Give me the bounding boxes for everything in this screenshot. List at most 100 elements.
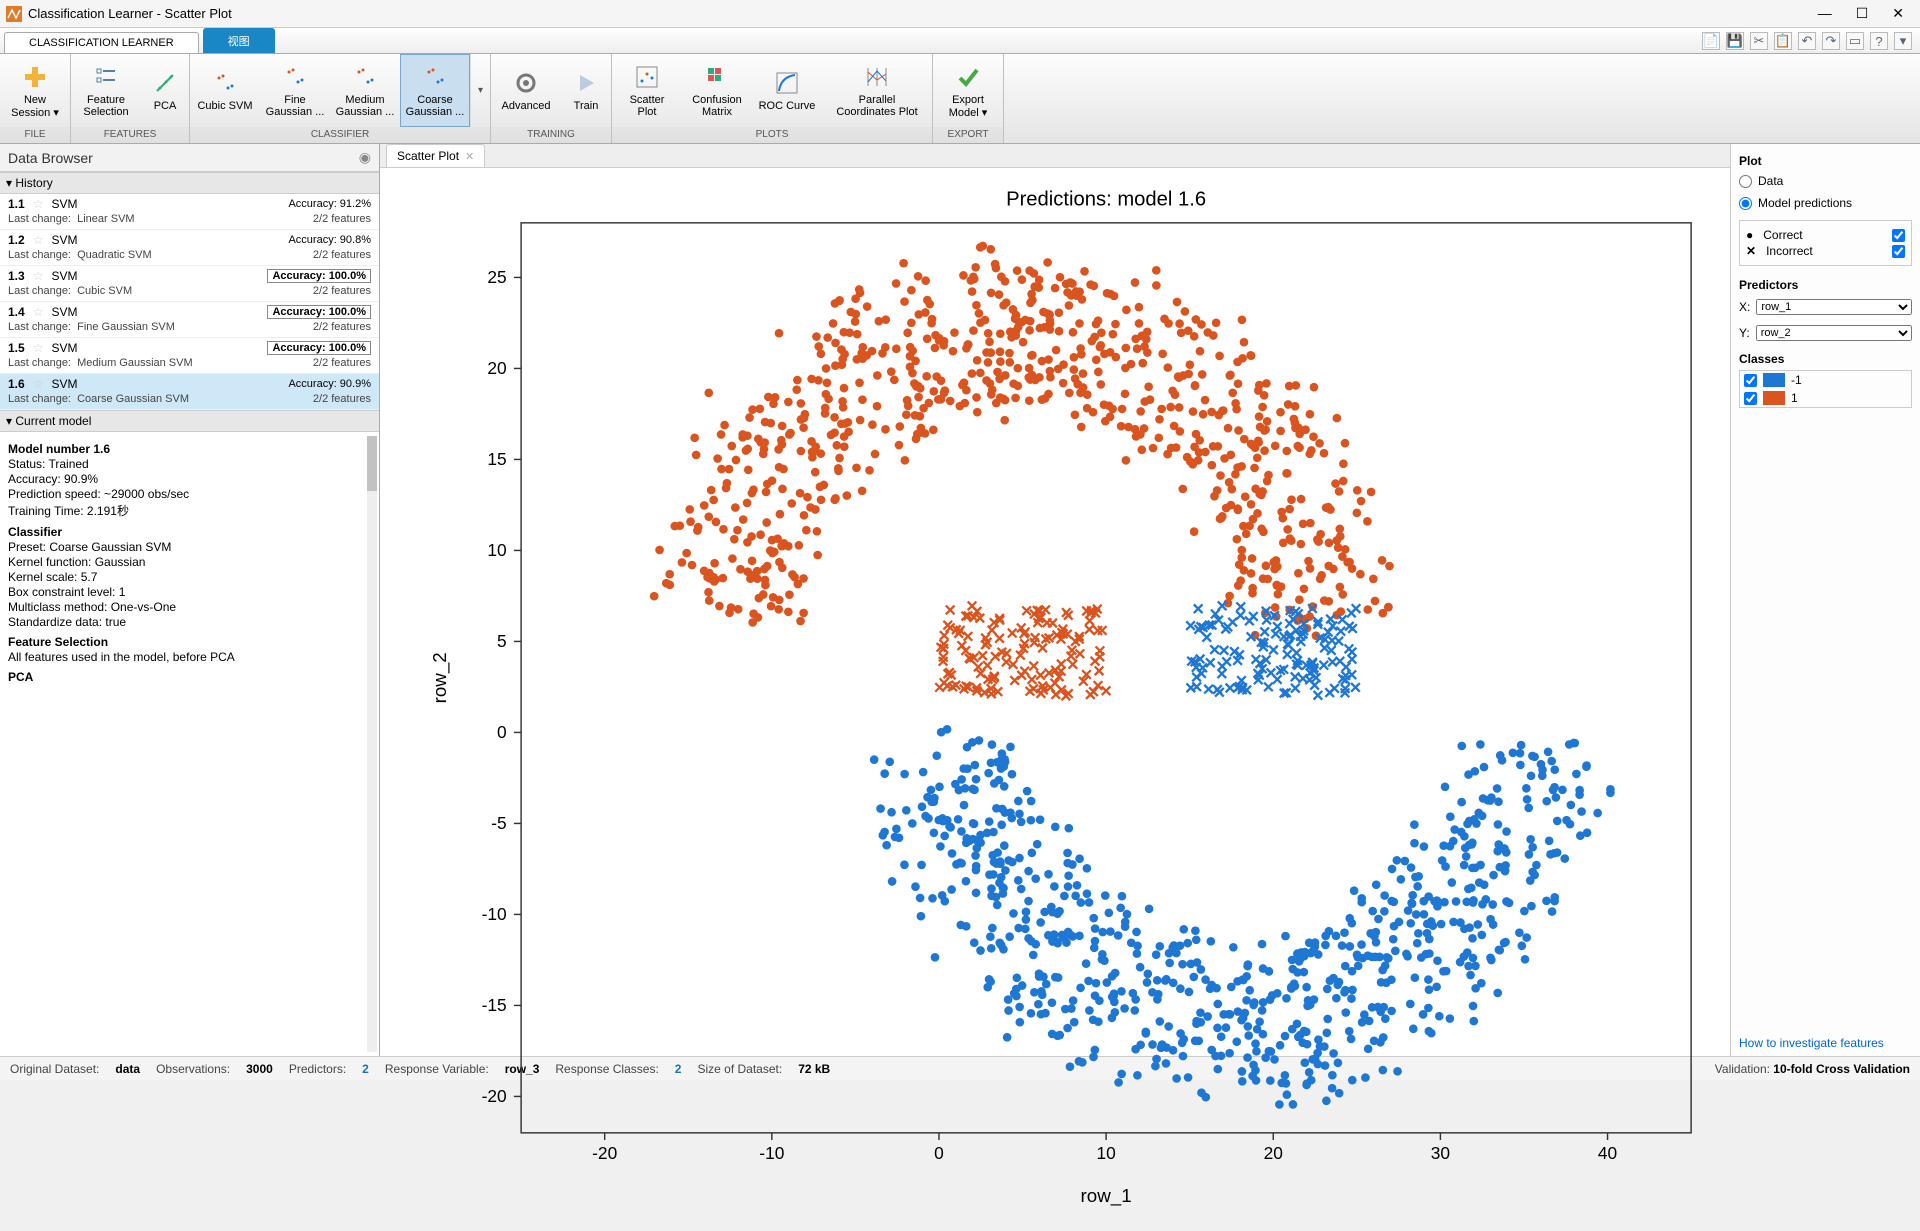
svg-text:30: 30 bbox=[1431, 1143, 1450, 1163]
history-item-1.5[interactable]: 1.5☆SVMAccuracy: 100.0% Last change: Med… bbox=[0, 338, 379, 374]
classifier-fine-gaussian[interactable]: Fine Gaussian ... bbox=[260, 54, 330, 127]
classifier-dropdown[interactable]: ▾ bbox=[470, 54, 490, 127]
radio-data[interactable]: Data bbox=[1739, 174, 1912, 188]
dot-icon: ● bbox=[1746, 228, 1753, 242]
checkbox-class-neg1[interactable] bbox=[1744, 374, 1757, 387]
parallel-icon bbox=[863, 63, 891, 91]
history-item-1.3[interactable]: 1.3☆SVMAccuracy: 100.0% Last change: Cub… bbox=[0, 266, 379, 302]
plus-icon bbox=[21, 63, 49, 91]
svg-text:0: 0 bbox=[934, 1143, 944, 1163]
scatter-mini-icon bbox=[281, 63, 309, 91]
group-training-label: TRAINING bbox=[491, 127, 611, 143]
svg-text:Predictions: model 1.6: Predictions: model 1.6 bbox=[1006, 189, 1206, 211]
scatter-chart[interactable]: Predictions: model 1.6 -20 -10 0 10 20 30 40 -20… bbox=[420, 178, 1720, 1221]
history-item-1.6[interactable]: 1.6☆SVMAccuracy: 90.9% Last change: Coar… bbox=[0, 374, 379, 410]
class-row-pos1[interactable]: 1 bbox=[1740, 389, 1911, 407]
group-file-label: FILE bbox=[0, 127, 70, 143]
scrollbar[interactable] bbox=[367, 436, 377, 1052]
checklist-icon bbox=[92, 63, 120, 91]
history-item-1.1[interactable]: 1.1☆SVMAccuracy: 91.2% Last change: Line… bbox=[0, 194, 379, 230]
svg-text:-20: -20 bbox=[482, 1086, 507, 1106]
app-logo-icon bbox=[6, 6, 22, 22]
new-session-button[interactable]: New Session ▾ bbox=[0, 54, 70, 127]
checkbox-incorrect[interactable] bbox=[1892, 245, 1905, 258]
classifier-cubic-svm[interactable]: Cubic SVM bbox=[190, 54, 260, 127]
group-export-label: EXPORT bbox=[933, 127, 1003, 143]
close-tab-icon[interactable]: ✕ bbox=[465, 150, 474, 163]
x-icon: ✕ bbox=[1746, 244, 1756, 258]
roc-curve-button[interactable]: ROC Curve bbox=[752, 54, 822, 127]
redo-icon[interactable]: ↷ bbox=[1822, 32, 1840, 50]
toolbar-icon-2[interactable]: 💾 bbox=[1726, 32, 1744, 50]
data-browser: Data Browser ◉ ▾ History 1.1☆SVMAccuracy… bbox=[0, 144, 380, 1056]
star-icon[interactable]: ☆ bbox=[33, 305, 44, 319]
history-list: 1.1☆SVMAccuracy: 91.2% Last change: Line… bbox=[0, 194, 379, 410]
confusion-matrix-button[interactable]: Confusion Matrix bbox=[682, 54, 752, 127]
tab-classification-learner[interactable]: CLASSIFICATION LEARNER bbox=[4, 32, 199, 53]
classifier-coarse-gaussian[interactable]: Coarse Gaussian ... bbox=[400, 54, 470, 127]
toolbar-dropdown-icon[interactable]: ▾ bbox=[1894, 32, 1912, 50]
app-tabstrip: CLASSIFICATION LEARNER 视图 📄 💾 ✂ 📋 ↶ ↷ ▭ … bbox=[0, 28, 1920, 54]
group-classifier-label: CLASSIFIER bbox=[190, 127, 490, 143]
pca-button[interactable]: PCA bbox=[141, 54, 189, 127]
investigate-features-link[interactable]: How to investigate features bbox=[1739, 1028, 1912, 1050]
radio-model-predictions[interactable]: Model predictions bbox=[1739, 196, 1912, 210]
title-bar: Classification Learner - Scatter Plot — … bbox=[0, 0, 1920, 28]
svg-text:40: 40 bbox=[1598, 1143, 1617, 1163]
svg-text:-20: -20 bbox=[592, 1143, 617, 1163]
star-icon[interactable]: ☆ bbox=[33, 197, 44, 211]
svg-text:row_2: row_2 bbox=[429, 652, 451, 703]
toolbar-icon-3[interactable]: ✂ bbox=[1750, 32, 1768, 50]
train-button[interactable]: Train bbox=[561, 54, 611, 127]
scrollbar-thumb[interactable] bbox=[367, 436, 377, 491]
data-browser-options-icon[interactable]: ◉ bbox=[359, 149, 371, 166]
maximize-icon[interactable]: ☐ bbox=[1856, 5, 1869, 22]
toolbar-icon-7[interactable]: ▭ bbox=[1846, 32, 1864, 50]
class-row-neg1[interactable]: -1 bbox=[1740, 371, 1911, 389]
x-predictor-select[interactable]: row_1 bbox=[1756, 299, 1912, 315]
star-icon[interactable]: ☆ bbox=[33, 341, 44, 355]
classifier-medium-gaussian[interactable]: Medium Gaussian ... bbox=[330, 54, 400, 127]
undo-icon[interactable]: ↶ bbox=[1798, 32, 1816, 50]
star-icon[interactable]: ☆ bbox=[33, 233, 44, 247]
svg-text:-10: -10 bbox=[482, 904, 507, 924]
tab-view[interactable]: 视图 bbox=[203, 28, 275, 53]
history-item-1.2[interactable]: 1.2☆SVMAccuracy: 90.8% Last change: Quad… bbox=[0, 230, 379, 266]
svg-text:20: 20 bbox=[487, 358, 506, 378]
checkbox-correct[interactable] bbox=[1892, 229, 1905, 242]
advanced-button[interactable]: Advanced bbox=[491, 54, 561, 127]
swatch-orange bbox=[1763, 391, 1785, 405]
close-icon[interactable]: ✕ bbox=[1892, 5, 1904, 22]
ribbon: New Session ▾ FILE Feature Selection PCA… bbox=[0, 54, 1920, 144]
scatter-mini-icon bbox=[421, 63, 449, 91]
svg-text:10: 10 bbox=[1096, 1143, 1115, 1163]
history-item-1.4[interactable]: 1.4☆SVMAccuracy: 100.0% Last change: Fin… bbox=[0, 302, 379, 338]
gear-icon bbox=[512, 69, 540, 97]
legend-box: ●Correct ✕Incorrect bbox=[1739, 220, 1912, 266]
check-icon bbox=[954, 63, 982, 91]
group-plots-label: PLOTS bbox=[612, 127, 932, 143]
group-features-label: FEATURES bbox=[71, 127, 189, 143]
feature-selection-button[interactable]: Feature Selection bbox=[71, 54, 141, 127]
checkbox-class-pos1[interactable] bbox=[1744, 392, 1757, 405]
current-model-header[interactable]: ▾ Current model bbox=[0, 410, 379, 432]
star-icon[interactable]: ☆ bbox=[33, 377, 44, 391]
history-header[interactable]: ▾ History bbox=[0, 172, 379, 194]
toolbar-icon-1[interactable]: 📄 bbox=[1702, 32, 1720, 50]
roc-icon bbox=[773, 69, 801, 97]
svg-text:0: 0 bbox=[497, 722, 507, 742]
classes-heading: Classes bbox=[1739, 352, 1912, 366]
scatter-mini-icon bbox=[351, 63, 379, 91]
parallel-coords-button[interactable]: Parallel Coordinates Plot bbox=[822, 54, 932, 127]
scatter-plot-tab[interactable]: Scatter Plot✕ bbox=[386, 144, 485, 167]
y-predictor-select[interactable]: row_2 bbox=[1756, 325, 1912, 341]
scatter-plot-button[interactable]: Scatter Plot bbox=[612, 54, 682, 127]
play-icon bbox=[572, 69, 600, 97]
data-browser-title: Data Browser bbox=[8, 150, 93, 166]
svg-text:-5: -5 bbox=[491, 813, 506, 833]
star-icon[interactable]: ☆ bbox=[33, 269, 44, 283]
minimize-icon[interactable]: — bbox=[1818, 5, 1832, 22]
export-model-button[interactable]: Export Model ▾ bbox=[933, 54, 1003, 127]
toolbar-icon-4[interactable]: 📋 bbox=[1774, 32, 1792, 50]
help-icon[interactable]: ? bbox=[1870, 32, 1888, 50]
